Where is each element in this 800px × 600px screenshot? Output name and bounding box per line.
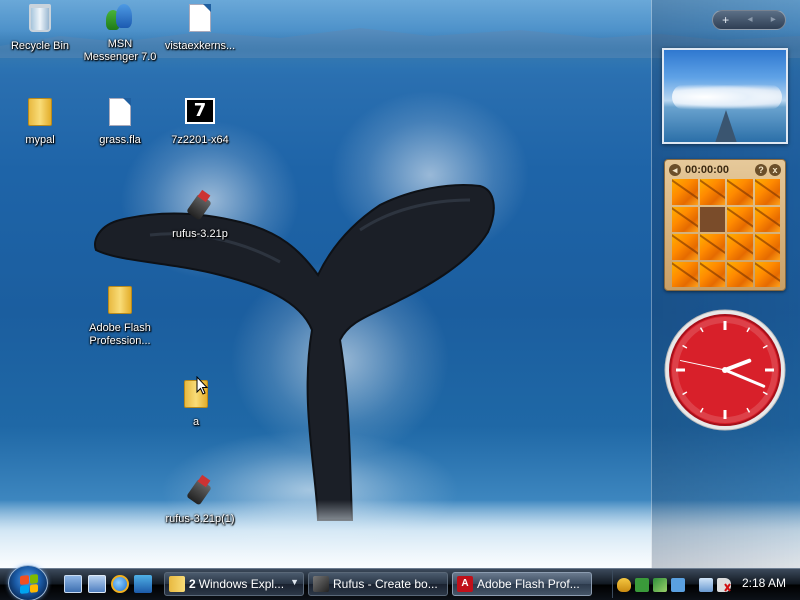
file-icon <box>109 98 131 126</box>
puzzle-tile[interactable] <box>699 179 725 205</box>
taskbar-button-rufus[interactable]: Rufus - Create bo... <box>308 572 448 596</box>
puzzle-grid <box>672 179 780 287</box>
puzzle-empty-slot <box>699 206 725 232</box>
puzzle-tile[interactable] <box>672 261 698 287</box>
desktop-icon-rufus-copy[interactable]: rufus-3.21p(1) <box>160 474 240 529</box>
sidebar-controls: + ◂ ▸ <box>712 10 786 30</box>
mute-cross-icon <box>724 583 731 592</box>
puzzle-tile[interactable] <box>754 206 780 232</box>
next-page-button[interactable]: ▸ <box>771 11 776 29</box>
msn-messenger-quicklaunch-icon[interactable] <box>134 575 152 593</box>
desktop-icon-vistaexkerns[interactable]: vistaexkerns... <box>160 4 240 56</box>
puzzle-tile[interactable] <box>699 261 725 287</box>
picture-puzzle-gadget[interactable]: ◂ 00:00:00 ? x <box>664 159 786 291</box>
puzzle-tile[interactable] <box>672 206 698 232</box>
task-label: Windows Expl... <box>198 577 285 591</box>
desktop-icon-label: rufus-3.21p(1) <box>165 513 235 525</box>
taskbar-clock[interactable]: 2:18 AM <box>742 576 786 590</box>
puzzle-show-picture-button[interactable]: ◂ <box>669 164 681 176</box>
desktop-icon-recycle-bin[interactable]: Recycle Bin <box>0 4 80 56</box>
desktop-icon-msn-messenger[interactable]: MSN Messenger 7.0 <box>80 2 160 68</box>
folder-icon <box>108 286 132 314</box>
task-label: Adobe Flash Prof... <box>477 577 580 591</box>
show-desktop-icon[interactable] <box>64 575 82 593</box>
puzzle-tile[interactable] <box>672 234 698 260</box>
desktop-icon-label: mypal <box>25 134 55 146</box>
puzzle-tile[interactable] <box>754 261 780 287</box>
desktop-icon-label: rufus-3.21p <box>172 228 228 240</box>
task-label: Rufus - Create bo... <box>333 577 438 591</box>
windows-defender-icon[interactable] <box>635 578 649 592</box>
desktop-icon-adobe-flash[interactable]: Adobe Flash Profession... <box>80 286 160 352</box>
puzzle-tile[interactable] <box>727 261 753 287</box>
desktop-icon-label: vistaexkerns... <box>164 40 236 52</box>
folder-icon <box>28 98 52 126</box>
desktop-icon-mypal[interactable]: mypal <box>0 98 80 150</box>
desktop-icon-7z2201-x64[interactable]: 7 7z2201-x64 <box>160 98 240 150</box>
update-icon[interactable] <box>653 578 667 592</box>
windows-logo-icon <box>20 574 38 594</box>
previous-page-button[interactable]: ◂ <box>747 11 752 29</box>
desktop-icon-label: MSN Messenger 7.0 <box>83 38 157 63</box>
7zip-icon: 7 <box>185 98 215 124</box>
puzzle-close-button[interactable]: x <box>769 164 781 176</box>
rufus-icon <box>313 576 329 592</box>
folder-icon <box>169 576 185 592</box>
puzzle-tile[interactable] <box>727 206 753 232</box>
desktop-icon-label: grass.fla <box>99 134 141 146</box>
desktop-icon-grass-fla[interactable]: grass.fla <box>80 98 160 150</box>
puzzle-tile[interactable] <box>727 179 753 205</box>
desktop-icon-rufus[interactable]: rufus-3.21p <box>160 189 240 244</box>
add-gadget-button[interactable]: + <box>722 11 729 29</box>
puzzle-tile[interactable] <box>699 234 725 260</box>
internet-explorer-icon[interactable] <box>111 575 129 593</box>
recycle-bin-icon <box>29 4 51 32</box>
file-icon <box>189 4 211 32</box>
puzzle-tile[interactable] <box>727 234 753 260</box>
desktop-icon-label: Recycle Bin <box>10 40 70 52</box>
clock-gadget[interactable] <box>663 308 787 432</box>
rufus-usb-icon <box>185 189 215 222</box>
taskbar-button-adobe-flash[interactable]: A Adobe Flash Prof... <box>452 572 592 596</box>
app-tray-icon[interactable] <box>671 578 685 592</box>
puzzle-tile[interactable] <box>754 234 780 260</box>
adobe-icon: A <box>457 576 473 592</box>
chevron-down-icon: ▼ <box>290 577 299 587</box>
slideshow-gadget[interactable] <box>662 48 788 144</box>
desktop-icon-label: 7z2201-x64 <box>171 134 229 146</box>
puzzle-help-button[interactable]: ? <box>755 164 767 176</box>
puzzle-tile[interactable] <box>754 179 780 205</box>
network-icon[interactable] <box>699 578 713 592</box>
puzzle-timer: 00:00:00 <box>685 164 730 176</box>
window-count: 2 <box>189 577 196 591</box>
mouse-cursor-icon <box>196 376 208 395</box>
puzzle-tile[interactable] <box>672 179 698 205</box>
security-shield-icon[interactable] <box>617 578 631 592</box>
desktop-icon-label: a <box>192 416 200 428</box>
start-button[interactable] <box>8 565 48 600</box>
rufus-usb-icon <box>185 474 215 507</box>
switch-windows-icon[interactable] <box>88 575 106 593</box>
msn-messenger-icon <box>104 2 134 32</box>
desktop-icon-label: Adobe Flash Profession... <box>89 322 151 347</box>
taskbar-button-windows-explorer[interactable]: 2 Windows Expl... ▼ <box>164 572 304 596</box>
